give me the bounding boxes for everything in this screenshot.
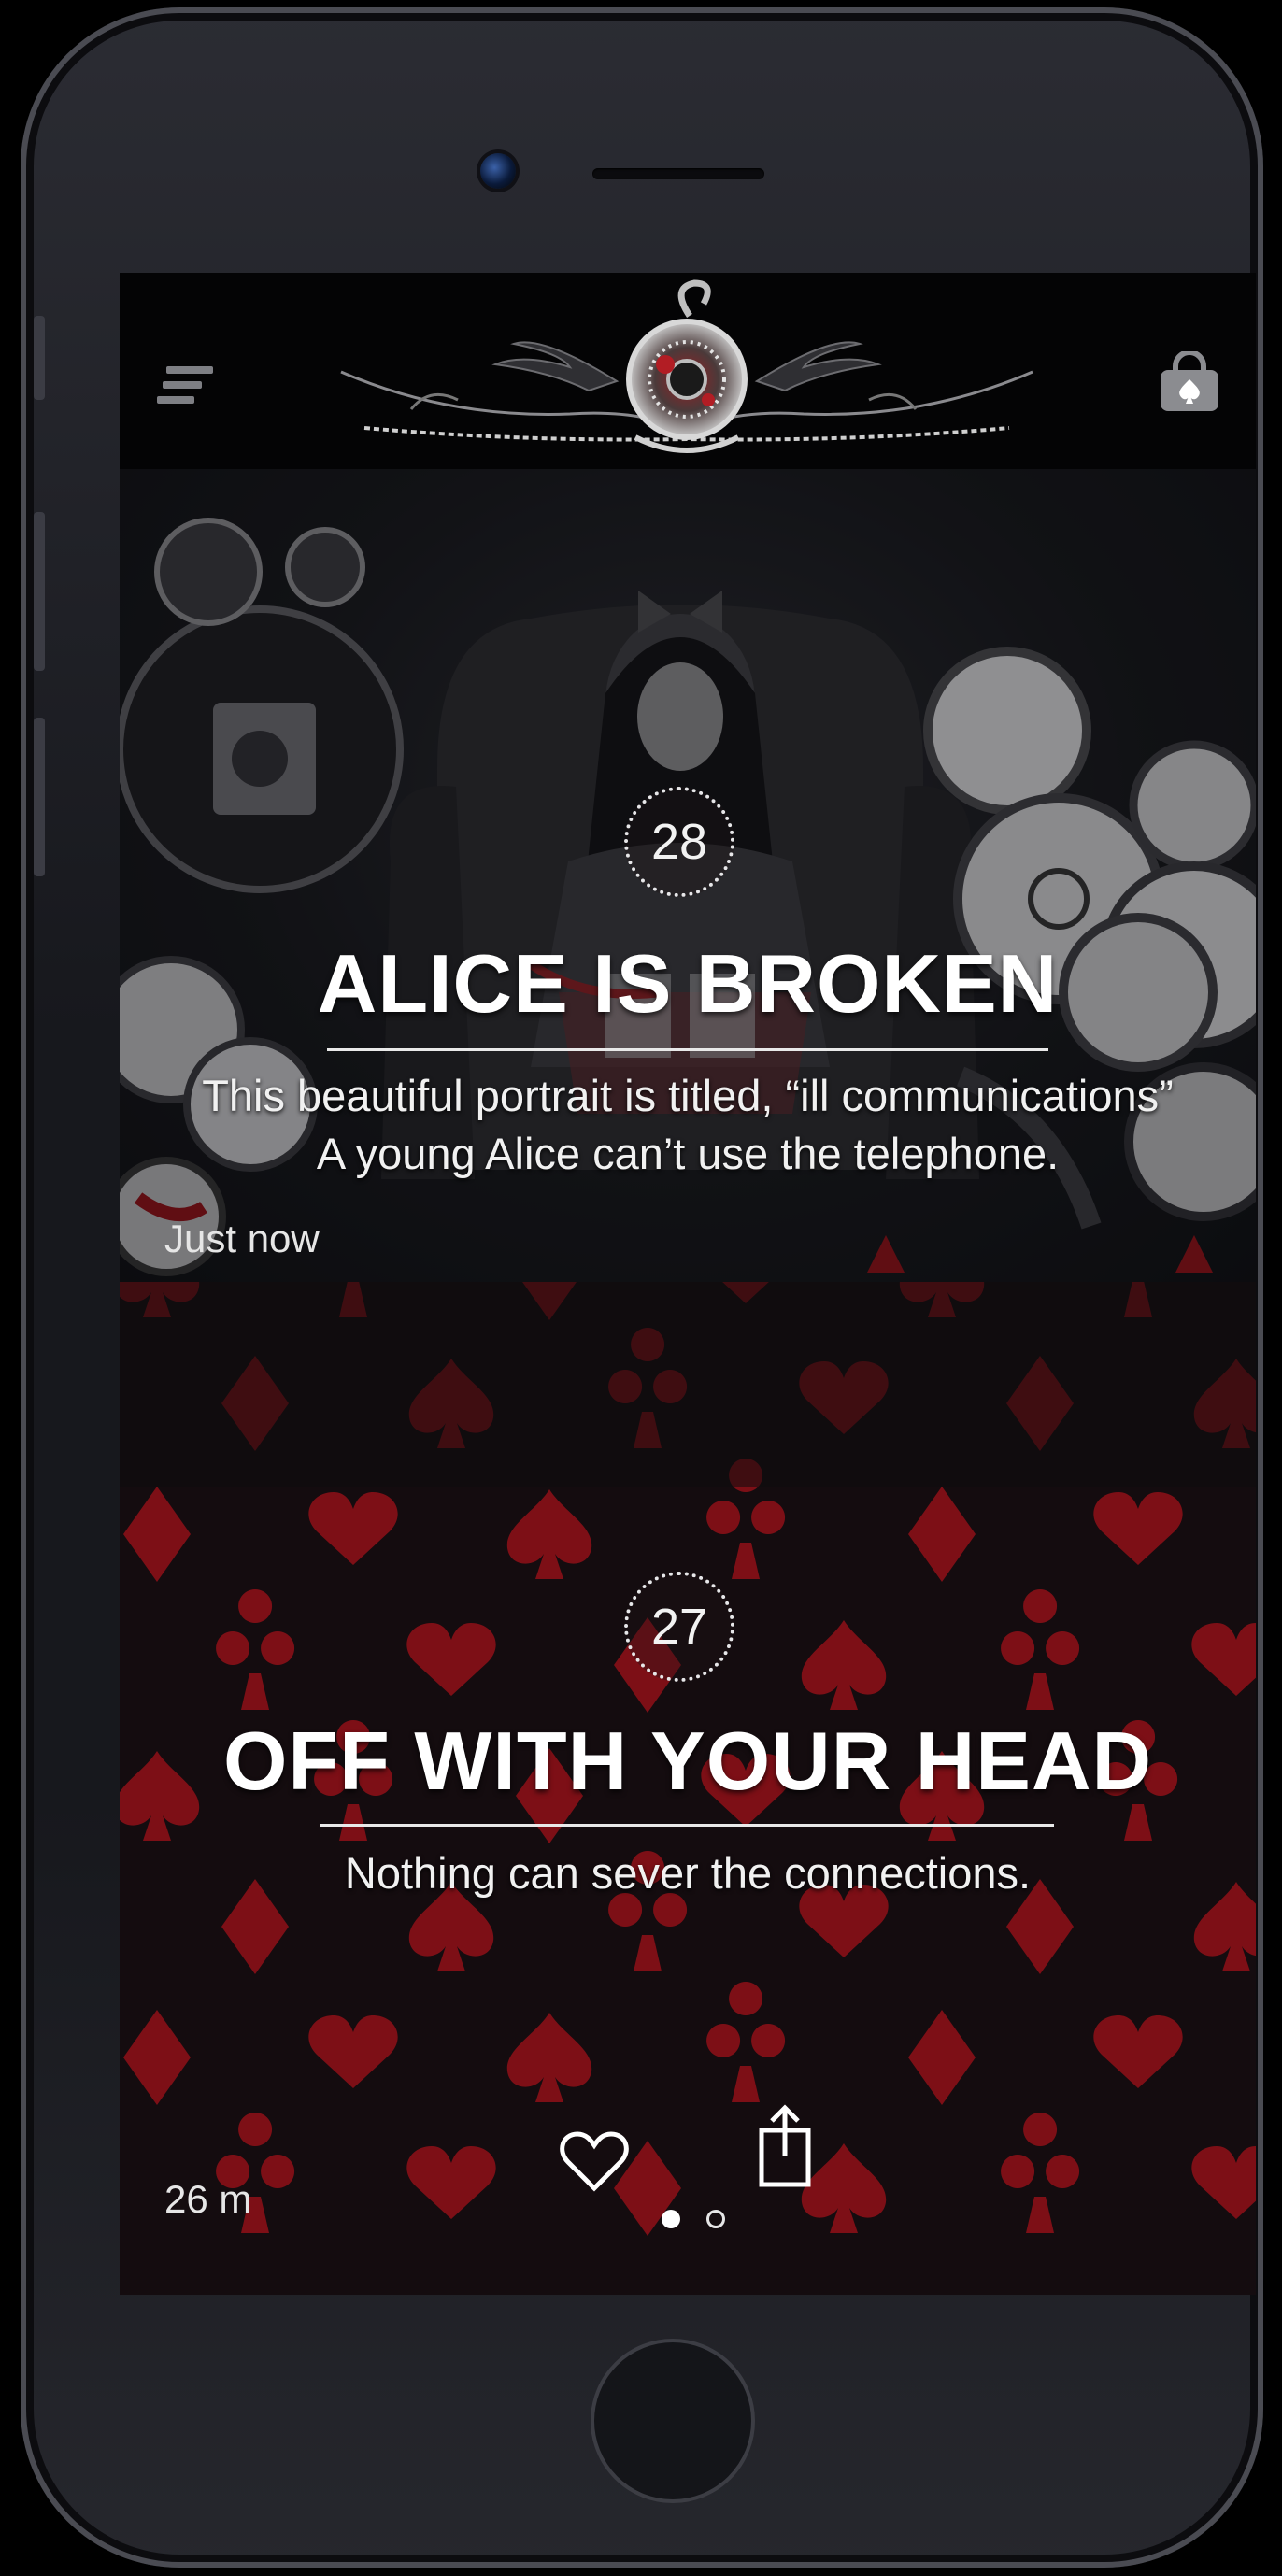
share-icon[interactable] [748, 2104, 822, 2188]
volume-up-button [34, 512, 45, 671]
post-description-line-2: A young Alice can’t use the telephone. [316, 1129, 1060, 1178]
post-card-1[interactable]: 28 ALICE IS BROKEN This beautiful portra… [120, 469, 1256, 1282]
front-camera [480, 153, 516, 189]
page-dot[interactable] [706, 2210, 725, 2228]
post-card-2[interactable]: 27 OFF WITH YOUR HEAD Nothing can sever … [120, 1282, 1256, 2295]
post-card-2-content: 27 OFF WITH YOUR HEAD Nothing can sever … [120, 1282, 1256, 2295]
post-timestamp: 26 m [164, 2177, 252, 2221]
shopping-bag-icon[interactable] [1159, 351, 1220, 413]
earpiece-speaker [592, 168, 764, 179]
title-divider [327, 1048, 1048, 1051]
home-button[interactable] [591, 2339, 755, 2503]
post-timestamp: Just now [164, 1217, 320, 1260]
page-dot-active[interactable] [662, 2210, 680, 2228]
post-title: ALICE IS BROKEN [317, 937, 1059, 1030]
volume-down-button [34, 718, 45, 876]
phone-frame: 28 ALICE IS BROKEN This beautiful portra… [21, 7, 1263, 2568]
post-title: OFF WITH YOUR HEAD [222, 1715, 1153, 1807]
post-count-badge: 27 [624, 1572, 734, 1682]
hamburger-menu-icon[interactable] [157, 366, 217, 406]
heart-outline-icon[interactable] [557, 2121, 632, 2205]
winged-clock-emblem-logo [340, 279, 1033, 453]
title-divider [320, 1824, 1054, 1827]
post-description-line-1: Nothing can sever the connections. [344, 1848, 1032, 1898]
page-indicator[interactable] [652, 2205, 727, 2233]
top-navigation-bar [120, 273, 1256, 469]
post-description-line-1: This beautiful portrait is titled, “ill … [202, 1071, 1174, 1120]
post-count-badge: 28 [624, 787, 734, 897]
post-card-1-content: 28 ALICE IS BROKEN This beautiful portra… [120, 469, 1256, 1282]
app-screen: 28 ALICE IS BROKEN This beautiful portra… [120, 273, 1256, 2295]
mute-switch [34, 316, 45, 400]
